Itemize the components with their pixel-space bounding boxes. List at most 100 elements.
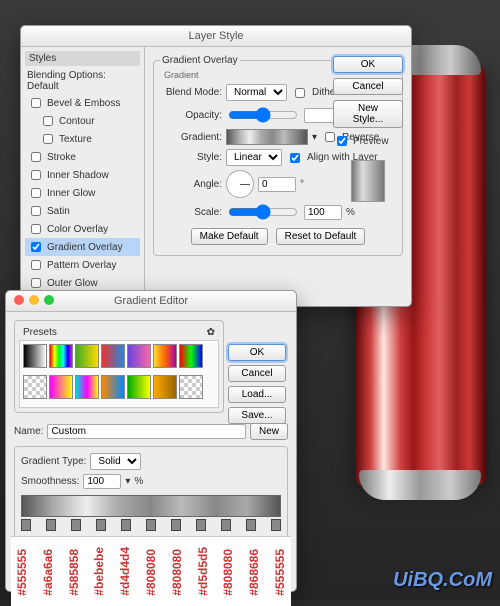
color-stop[interactable] [21, 519, 31, 531]
style-checkbox[interactable] [31, 278, 41, 288]
style-item-texture[interactable]: Texture [25, 130, 140, 148]
preview-checkbox[interactable] [337, 136, 347, 146]
angle-input[interactable] [258, 177, 296, 192]
style-item-stroke[interactable]: Stroke [25, 148, 140, 166]
style-select[interactable]: Linear [226, 149, 282, 166]
style-checkbox[interactable] [43, 116, 53, 126]
style-checkbox[interactable] [43, 134, 53, 144]
preset-swatch[interactable] [179, 344, 203, 368]
color-stop[interactable] [171, 519, 181, 531]
color-stop[interactable] [146, 519, 156, 531]
style-checkbox[interactable] [31, 260, 41, 270]
style-checkbox[interactable] [31, 188, 41, 198]
blending-options-row[interactable]: Blending Options: Default [25, 68, 140, 94]
ge-cancel-button[interactable]: Cancel [228, 365, 286, 382]
preset-swatch[interactable] [101, 375, 125, 399]
style-item-inner-shadow[interactable]: Inner Shadow [25, 166, 140, 184]
smoothness-input[interactable] [83, 474, 121, 489]
color-stop[interactable] [96, 519, 106, 531]
close-icon[interactable] [14, 295, 24, 305]
preset-swatch[interactable] [153, 344, 177, 368]
preset-swatch[interactable] [127, 344, 151, 368]
new-style-button[interactable]: New Style... [333, 100, 403, 128]
dither-checkbox[interactable] [295, 88, 305, 98]
dropdown-icon[interactable]: ▾ [125, 476, 130, 487]
style-checkbox[interactable] [31, 152, 41, 162]
ok-button[interactable]: OK [333, 56, 403, 73]
gear-icon[interactable]: ✿ [207, 327, 215, 338]
align-checkbox[interactable] [290, 153, 300, 163]
style-checkbox[interactable] [31, 98, 41, 108]
opacity-slider[interactable] [228, 107, 298, 123]
style-checkbox[interactable] [31, 242, 41, 252]
color-code: #808080 [221, 547, 235, 596]
style-item-gradient-overlay[interactable]: Gradient Overlay [25, 238, 140, 256]
dropdown-icon[interactable]: ▾ [312, 132, 317, 143]
preset-swatch[interactable] [23, 344, 47, 368]
preset-swatch[interactable] [49, 375, 73, 399]
ge-save-button[interactable]: Save... [228, 407, 286, 424]
zoom-icon[interactable] [44, 295, 54, 305]
minimize-icon[interactable] [29, 295, 39, 305]
style-item-contour[interactable]: Contour [25, 112, 140, 130]
name-input[interactable] [47, 424, 246, 439]
color-code: #d4d4d4 [118, 547, 132, 596]
style-item-bevel-emboss[interactable]: Bevel & Emboss [25, 94, 140, 112]
color-code: #585858 [67, 547, 81, 596]
name-label: Name: [14, 426, 43, 437]
color-stop[interactable] [71, 519, 81, 531]
gradient-swatch[interactable] [226, 129, 308, 145]
style-item-color-overlay[interactable]: Color Overlay [25, 220, 140, 238]
color-stop[interactable] [46, 519, 56, 531]
preset-swatch[interactable] [23, 375, 47, 399]
blend-mode-select[interactable]: Normal [226, 84, 287, 101]
ge-load-button[interactable]: Load... [228, 386, 286, 403]
color-code: #555555 [15, 547, 29, 596]
reset-default-button[interactable]: Reset to Default [276, 228, 366, 245]
preset-swatch[interactable] [127, 375, 151, 399]
scale-slider[interactable] [228, 204, 298, 220]
ge-ok-button[interactable]: OK [228, 344, 286, 361]
color-code: #868686 [247, 547, 261, 596]
style-item-inner-glow[interactable]: Inner Glow [25, 184, 140, 202]
layer-style-dialog: Layer Style Styles Blending Options: Def… [20, 25, 412, 307]
gradient-editor-dialog: Gradient Editor Presets✿ OK Cancel Load.… [5, 290, 297, 592]
preset-swatch[interactable] [153, 375, 177, 399]
layer-style-titlebar: Layer Style [21, 26, 411, 47]
style-item-pattern-overlay[interactable]: Pattern Overlay [25, 256, 140, 274]
style-item-satin[interactable]: Satin [25, 202, 140, 220]
make-default-button[interactable]: Make Default [191, 228, 268, 245]
cancel-button[interactable]: Cancel [333, 78, 403, 95]
gradient-bar[interactable] [21, 495, 281, 517]
group-legend: Gradient Overlay [160, 55, 240, 66]
scale-label: Scale: [160, 207, 222, 218]
watermark: UiBQ.CoM [393, 569, 492, 592]
preview-swatch [351, 160, 385, 202]
style-checkbox[interactable] [31, 206, 41, 216]
gradient-type-label: Gradient Type: [21, 456, 86, 467]
preset-swatch[interactable] [179, 375, 203, 399]
new-button[interactable]: New [250, 423, 288, 440]
angle-label: Angle: [160, 179, 222, 190]
color-stop[interactable] [271, 519, 281, 531]
style-checkbox[interactable] [31, 224, 41, 234]
preset-swatch[interactable] [101, 344, 125, 368]
style-label: Style: [160, 152, 222, 163]
color-stop[interactable] [246, 519, 256, 531]
color-stop[interactable] [221, 519, 231, 531]
preset-swatch[interactable] [75, 344, 99, 368]
preset-swatch[interactable] [75, 375, 99, 399]
style-checkbox[interactable] [31, 170, 41, 180]
preview-label: Preview [353, 136, 389, 147]
gradient-type-select[interactable]: Solid [90, 453, 141, 470]
angle-dial[interactable] [226, 170, 254, 198]
opacity-label: Opacity: [160, 110, 222, 121]
gradient-stops [21, 519, 281, 531]
color-stop[interactable] [121, 519, 131, 531]
styles-sidebar: Styles Blending Options: Default Bevel &… [21, 47, 145, 305]
preset-swatch[interactable] [49, 344, 73, 368]
styles-header: Styles [25, 51, 140, 66]
color-stop[interactable] [196, 519, 206, 531]
color-code: #a6a6a6 [41, 547, 55, 596]
preset-swatches [19, 340, 219, 408]
